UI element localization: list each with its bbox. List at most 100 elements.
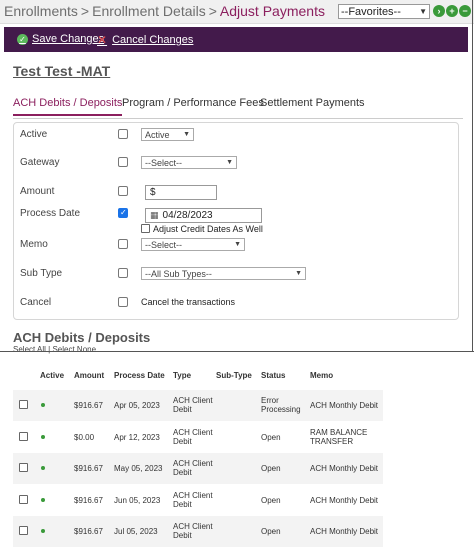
breadcrumb-separator: > <box>208 3 217 19</box>
table-row[interactable]: $916.67 Jun 05, 2023 ACH Client Debit Ope… <box>13 485 383 516</box>
active-select-value: Active <box>145 129 170 140</box>
link-separator: | <box>48 345 51 354</box>
memo-select[interactable]: --Select-- ▼ <box>141 238 245 251</box>
row-process-date: Jul 05, 2023 <box>114 527 158 536</box>
active-dot-icon <box>41 529 45 533</box>
row-type: ACH Client Debit <box>173 491 213 509</box>
favorites-value: --Favorites-- <box>341 5 401 18</box>
select-all-link[interactable]: Select All <box>13 345 46 354</box>
adjust-credit-dates-label: Adjust Credit Dates As Well <box>153 224 263 234</box>
header-memo[interactable]: Memo <box>310 371 333 380</box>
amount-label: Amount <box>20 186 55 197</box>
row-type-line1: ACH Client <box>173 396 213 405</box>
save-changes-label: Save Changes <box>32 33 105 45</box>
row-amount: $0.00 <box>74 433 95 442</box>
cancel-changes-button[interactable]: ✕ Cancel Changes <box>97 33 193 47</box>
row-memo: ACH Monthly Debit <box>310 464 379 473</box>
row-amount: $916.67 <box>74 464 103 473</box>
row-process-date: Apr 05, 2023 <box>114 401 160 410</box>
memo-label: Memo <box>20 239 48 250</box>
process-date-checkbox[interactable] <box>118 208 128 218</box>
breadcrumb-enrollment-details[interactable]: Enrollment Details <box>92 3 206 19</box>
tab-program-performance-fees[interactable]: Program / Performance Fees <box>122 97 264 114</box>
row-status: Open <box>261 527 281 536</box>
go-favorite-button[interactable]: › <box>433 5 445 17</box>
row-type: ACH Client Debit <box>173 459 213 477</box>
row-type-line1: ACH Client <box>173 459 213 468</box>
gateway-select-value: --Select-- <box>145 157 183 168</box>
tab-bar: ACH Debits / Deposits Program / Performa… <box>13 97 463 119</box>
row-memo: ACH Monthly Debit <box>310 496 379 505</box>
calendar-icon[interactable]: ▦ <box>150 210 159 221</box>
row-amount: $916.67 <box>74 527 103 536</box>
breadcrumb-enrollments[interactable]: Enrollments <box>4 3 78 19</box>
save-changes-button[interactable]: ✓ Save Changes <box>17 33 104 45</box>
go-icon: › <box>437 6 441 16</box>
row-memo-line1: ACH Monthly Debit <box>310 401 379 410</box>
chevron-down-icon: ▼ <box>419 7 427 16</box>
table-header: Active Amount Process Date Type Sub-Type… <box>13 364 383 389</box>
tab-settlement-payments[interactable]: Settlement Payments <box>260 97 365 114</box>
row-type-line2: Debit <box>173 468 192 477</box>
memo-checkbox[interactable] <box>118 239 128 249</box>
select-none-link[interactable]: Select None <box>52 345 96 354</box>
plus-icon: + <box>449 6 455 16</box>
favorites-select[interactable]: --Favorites-- ▼ <box>338 4 430 19</box>
row-type-line2: Debit <box>173 405 192 414</box>
table-row[interactable]: $916.67 Apr 05, 2023 ACH Client Debit Err… <box>13 390 383 421</box>
screenshot-divider-vertical <box>472 0 473 352</box>
amount-checkbox[interactable] <box>118 186 128 196</box>
row-process-date: Jun 05, 2023 <box>114 496 161 505</box>
process-date-label: Process Date <box>20 208 81 219</box>
adjust-credit-dates-checkbox[interactable] <box>141 224 150 233</box>
row-memo: RAM BALANCE TRANSFER <box>310 428 367 446</box>
header-amount[interactable]: Amount <box>74 371 104 380</box>
row-type: ACH Client Debit <box>173 522 213 540</box>
row-type-line2: Debit <box>173 531 192 540</box>
chevron-down-icon: ▼ <box>226 159 233 166</box>
row-type-line1: ACH Client <box>173 428 213 437</box>
header-active[interactable]: Active <box>40 371 64 380</box>
active-dot-icon <box>41 403 45 407</box>
breadcrumb-current: Adjust Payments <box>219 3 325 19</box>
row-amount: $916.67 <box>74 401 103 410</box>
add-favorite-button[interactable]: + <box>446 5 458 17</box>
tab-ach-debits-deposits[interactable]: ACH Debits / Deposits <box>13 97 123 116</box>
memo-select-value: --Select-- <box>145 239 183 250</box>
sub-type-label: Sub Type <box>20 268 63 279</box>
table-row[interactable]: $916.67 Jul 05, 2023 ACH Client Debit Ope… <box>13 516 383 547</box>
row-checkbox[interactable] <box>19 526 28 535</box>
table-row[interactable]: $0.00 Apr 12, 2023 ACH Client Debit Open … <box>13 422 383 453</box>
row-checkbox[interactable] <box>19 495 28 504</box>
person-name-link[interactable]: Test Test -MAT <box>13 63 110 79</box>
active-select[interactable]: Active ▼ <box>141 128 194 141</box>
process-date-input[interactable]: ▦ 04/28/2023 <box>145 208 262 223</box>
row-checkbox[interactable] <box>19 463 28 472</box>
gateway-checkbox[interactable] <box>118 157 128 167</box>
remove-favorite-button[interactable]: − <box>459 5 471 17</box>
row-checkbox[interactable] <box>19 400 28 409</box>
table-row[interactable]: $916.67 May 05, 2023 ACH Client Debit Ope… <box>13 453 383 484</box>
amount-input[interactable]: $ <box>145 185 217 200</box>
header-process-date[interactable]: Process Date <box>114 371 165 380</box>
active-dot-icon <box>41 435 45 439</box>
row-type: ACH Client Debit <box>173 396 213 414</box>
amount-input-value: $ <box>150 187 156 198</box>
row-checkbox[interactable] <box>19 432 28 441</box>
header-type[interactable]: Type <box>173 371 191 380</box>
row-memo-line2: TRANSFER <box>310 437 354 446</box>
header-status[interactable]: Status <box>261 371 285 380</box>
cancel-checkbox[interactable] <box>118 297 128 307</box>
row-type-line1: ACH Client <box>173 491 213 500</box>
sub-type-select[interactable]: --All Sub Types-- ▼ <box>141 267 306 280</box>
active-dot-icon <box>41 466 45 470</box>
action-bar: ✓ Save Changes ✕ Cancel Changes <box>4 27 468 52</box>
close-icon: ✕ <box>97 33 108 47</box>
row-type-line2: Debit <box>173 437 192 446</box>
active-checkbox[interactable] <box>118 129 128 139</box>
cancel-label: Cancel <box>20 297 52 308</box>
header-sub-type[interactable]: Sub-Type <box>216 371 252 380</box>
gateway-select[interactable]: --Select-- ▼ <box>141 156 237 169</box>
sub-type-checkbox[interactable] <box>118 268 128 278</box>
selection-links: Select All | Select None <box>13 345 96 354</box>
